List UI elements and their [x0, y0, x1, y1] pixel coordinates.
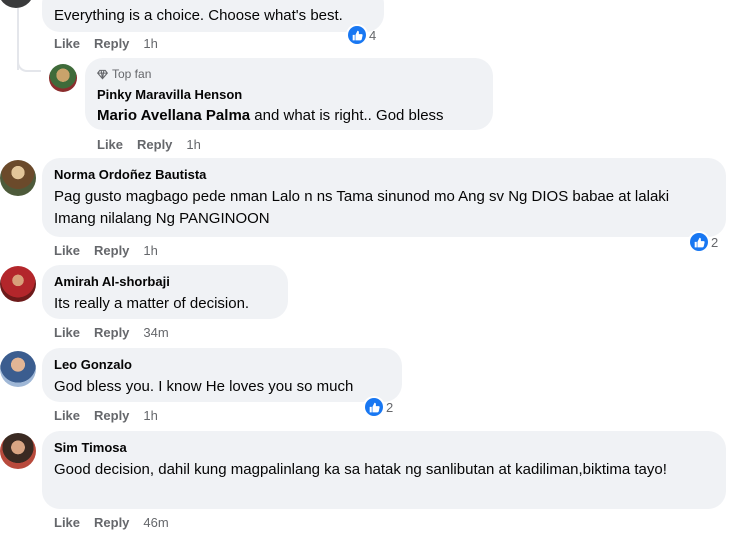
comment-bubble: Top fan Pinky Maravilla Henson Mario Ave… [85, 58, 493, 130]
comment-time[interactable]: 46m [143, 515, 168, 530]
reply-link[interactable]: Reply [94, 36, 129, 51]
comment-actions: Like Reply 1h [97, 137, 201, 152]
comment-text: Pag gusto magbago pede nman Lalo n ns Ta… [54, 188, 670, 227]
top-fan-badge: Top fan [97, 67, 481, 81]
like-link[interactable]: Like [54, 325, 80, 340]
reaction-count[interactable]: 4 [348, 26, 376, 44]
comment-author[interactable]: Sim Timosa [54, 440, 714, 456]
reply-link[interactable]: Reply [94, 243, 129, 258]
comment-time[interactable]: 1h [143, 408, 157, 423]
reply-link[interactable]: Reply [94, 408, 129, 423]
like-link[interactable]: Like [54, 243, 80, 258]
comment-text: God bless you. I know He loves you so mu… [54, 378, 354, 395]
thread-connector [17, 48, 41, 72]
comment-text: Its really a matter of decision. [54, 295, 250, 312]
comment-text-body: and what is right.. God bless [250, 107, 444, 124]
avatar[interactable] [0, 160, 36, 196]
comment-text: Good decision, dahil kung magpalinlang k… [54, 461, 667, 478]
comment-actions: Like Reply 46m [54, 515, 169, 530]
avatar[interactable] [0, 351, 36, 387]
diamond-icon [97, 69, 108, 79]
comment-bubble: Sim Timosa Good decision, dahil kung mag… [42, 431, 726, 509]
comment-bubble: Leo Gonzalo God bless you. I know He lov… [42, 348, 402, 402]
thumbs-up-icon [365, 398, 383, 416]
avatar[interactable] [0, 433, 36, 469]
mention-link[interactable]: Mario Avellana Palma [97, 107, 250, 124]
reaction-count-text: 4 [369, 27, 377, 43]
top-fan-label: Top fan [112, 67, 152, 81]
comment-actions: Like Reply 1h [54, 243, 158, 258]
comment-bubble: Everything is a choice. Choose what's be… [42, 0, 384, 32]
comment-actions: Like Reply 1h [54, 408, 158, 423]
reaction-count-text: 2 [386, 399, 394, 415]
like-link[interactable]: Like [97, 137, 123, 152]
comment-author[interactable]: Norma Ordoñez Bautista [54, 167, 714, 183]
reaction-count[interactable]: 2 [365, 398, 393, 416]
reply-link[interactable]: Reply [94, 515, 129, 530]
comment-actions: Like Reply 1h [54, 36, 158, 51]
comment-actions: Like Reply 34m [54, 325, 169, 340]
comment-bubble: Norma Ordoñez Bautista Pag gusto magbago… [42, 158, 726, 237]
comment-time[interactable]: 1h [186, 137, 200, 152]
thumbs-up-icon [690, 233, 708, 251]
reply-link[interactable]: Reply [137, 137, 172, 152]
avatar[interactable] [0, 0, 34, 8]
comment-time[interactable]: 1h [143, 36, 157, 51]
reply-link[interactable]: Reply [94, 325, 129, 340]
like-link[interactable]: Like [54, 515, 80, 530]
like-link[interactable]: Like [54, 36, 80, 51]
comment-author[interactable]: Leo Gonzalo [54, 357, 390, 373]
comment-time[interactable]: 34m [143, 325, 168, 340]
like-link[interactable]: Like [54, 408, 80, 423]
comment-bubble: Amirah Al-shorbaji Its really a matter o… [42, 265, 288, 319]
reaction-count-text: 2 [711, 234, 719, 250]
comment-time[interactable]: 1h [143, 243, 157, 258]
comment-author[interactable]: Amirah Al-shorbaji [54, 274, 276, 290]
thumbs-up-icon [348, 26, 366, 44]
reaction-count[interactable]: 2 [690, 233, 718, 251]
avatar[interactable] [0, 266, 36, 302]
comment-author[interactable]: Pinky Maravilla Henson [97, 87, 481, 103]
avatar[interactable] [49, 64, 77, 92]
comment-text: Everything is a choice. Choose what's be… [54, 7, 343, 24]
comment-text: Mario Avellana Palma and what is right..… [97, 105, 481, 127]
